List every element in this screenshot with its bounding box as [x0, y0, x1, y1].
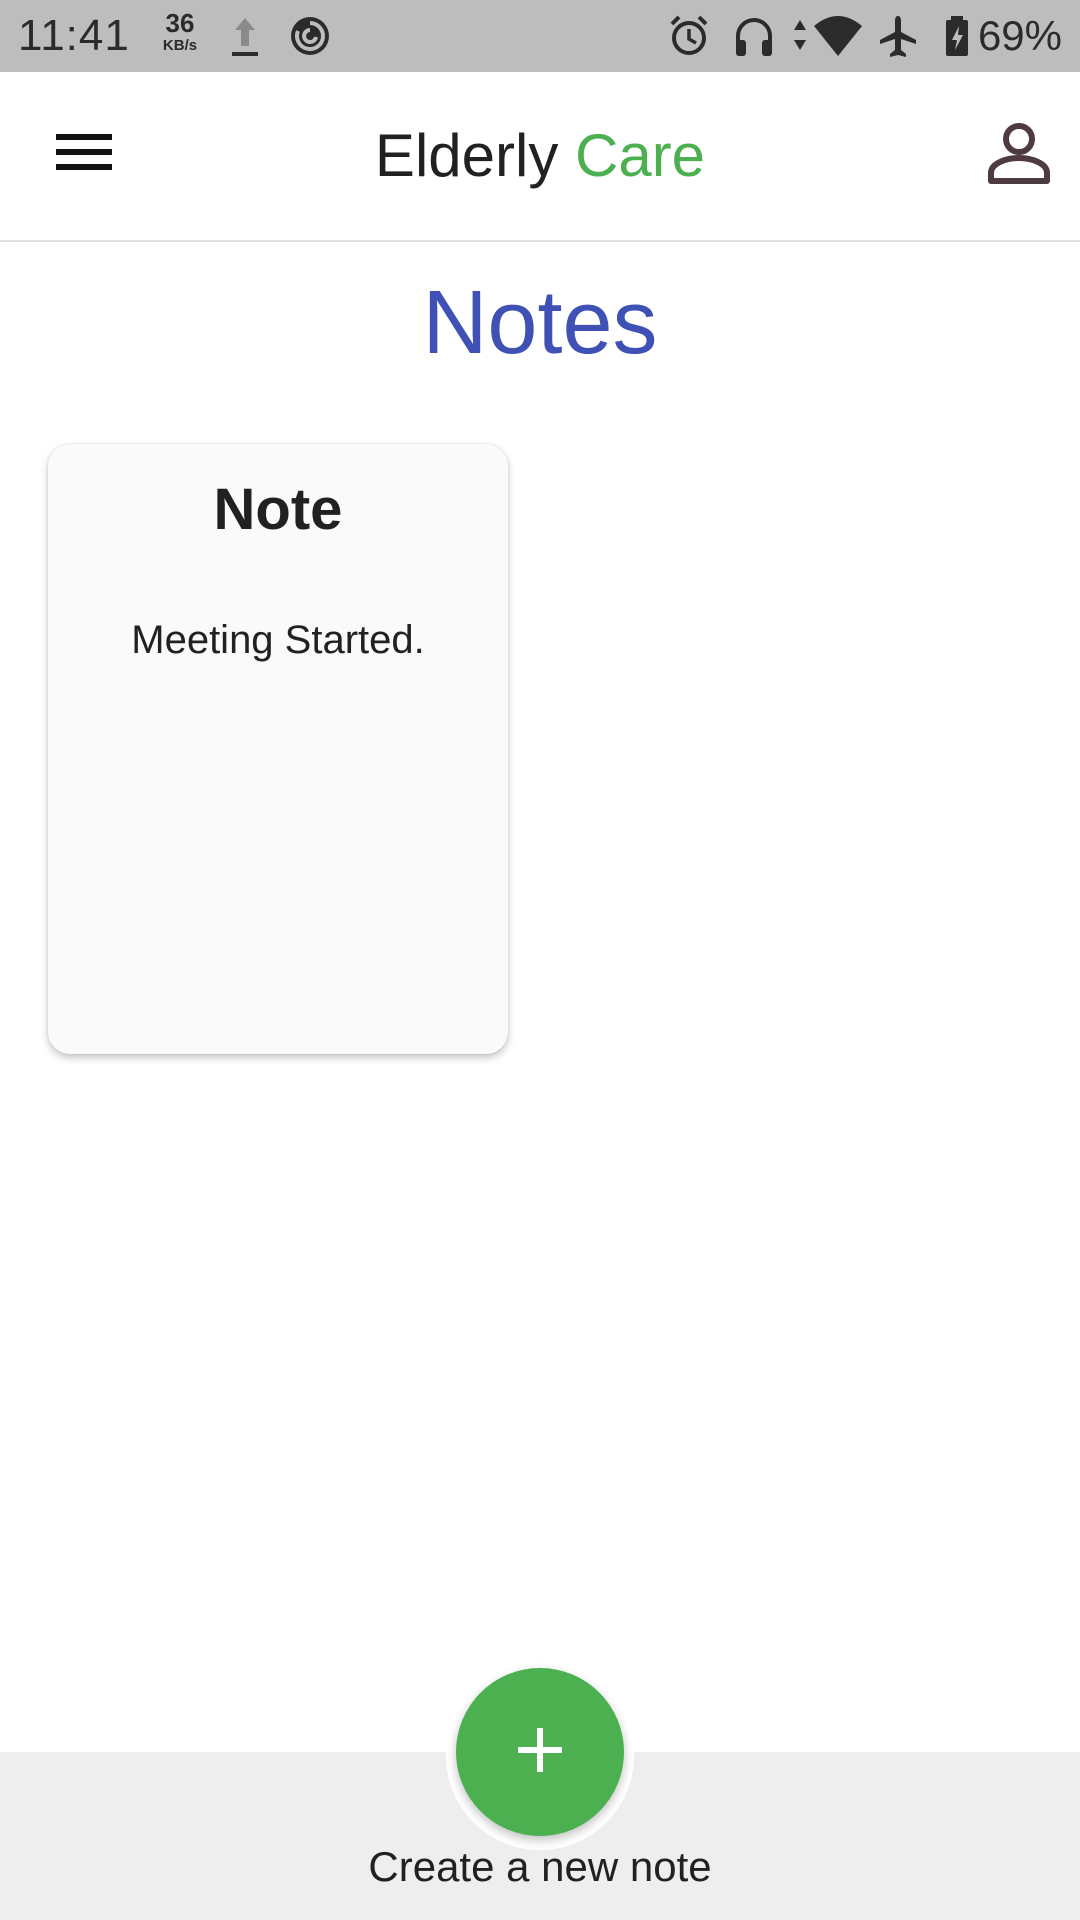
status-time: 11:41: [18, 11, 130, 60]
note-title: Note: [213, 477, 343, 542]
app-title: Elderly Care: [0, 120, 1080, 192]
plus-icon: [516, 1726, 564, 1779]
note-body: Meeting Started.: [131, 618, 425, 662]
create-note-button[interactable]: [456, 1668, 624, 1836]
network-speed-unit: KB/s: [162, 37, 198, 54]
headset-icon: [732, 12, 776, 65]
sync-app-icon: [288, 12, 332, 65]
profile-button[interactable]: [976, 112, 1062, 198]
upload-icon: [228, 12, 262, 65]
status-bar: 11:41 36 KB/s 69%: [0, 0, 1080, 72]
app-title-accent: Care: [575, 122, 706, 189]
note-card[interactable]: Note Meeting Started.: [48, 444, 508, 1054]
wifi-icon: [812, 12, 864, 65]
battery-percent: 69%: [977, 12, 1062, 59]
page-title: Notes: [422, 273, 658, 373]
network-speed-value: 36: [165, 8, 195, 38]
data-arrows-icon: [790, 12, 810, 65]
screen: 11:41 36 KB/s 69% Elderly Care Notes Not…: [0, 0, 1080, 1920]
airplane-icon: [876, 12, 920, 65]
network-speed: 36 KB/s: [156, 10, 204, 53]
person-icon: [987, 121, 1051, 190]
app-title-main: Elderly: [374, 122, 575, 189]
alarm-icon: [668, 12, 710, 65]
app-bar: Elderly Care: [0, 72, 1080, 242]
create-note-label[interactable]: Create a new note: [0, 1840, 1080, 1894]
battery-charging-icon: [942, 12, 972, 65]
